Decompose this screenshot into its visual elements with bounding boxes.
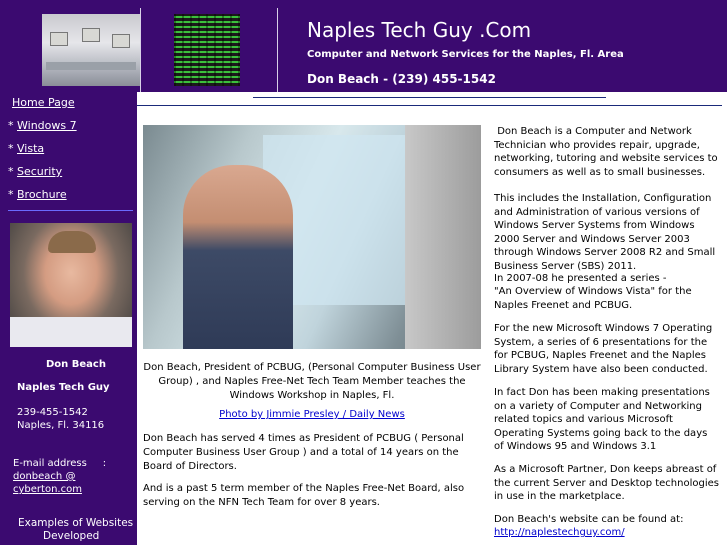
bio-paragraph: Don Beach has served 4 times as Presiden…: [143, 433, 464, 472]
nav-link-vista[interactable]: Vista: [17, 142, 44, 155]
website-paragraph: Don Beach's website can be found at:: [494, 514, 684, 525]
site-contact: Don Beach - (239) 455-1542: [307, 72, 496, 86]
website-link[interactable]: http://naplestechguy.com/: [494, 526, 720, 540]
site-subtitle: Computer and Network Services for the Na…: [307, 49, 624, 60]
windows7-paragraph: For the new Microsoft Windows 7 Operatin…: [494, 323, 713, 375]
nav-item-windows7[interactable]: * Windows 7: [8, 119, 137, 132]
nav-item-vista[interactable]: * Vista: [8, 142, 137, 155]
desk-graphic: [46, 62, 136, 70]
nav-item-brochure[interactable]: * Brochure: [8, 188, 137, 201]
nav-bullet: *: [8, 165, 14, 178]
photo-caption: Don Beach, President of PCBUG, (Personal…: [143, 362, 481, 401]
email-link-domain[interactable]: cyberton.com: [13, 484, 82, 495]
vista-series-line: In 2007-08 he presented a series -: [494, 273, 667, 284]
monitor-graphic: [112, 34, 130, 48]
nav-item-home[interactable]: Home Page: [12, 96, 141, 109]
bio-paragraph: And is a past 5 term member of the Naple…: [143, 483, 465, 508]
sidebar-email-label: E-mail address :: [13, 458, 107, 469]
nav-bullet: *: [8, 188, 14, 201]
partner-paragraph: As a Microsoft Partner, Don keeps abreas…: [494, 464, 719, 502]
monitor-edge: [405, 125, 481, 349]
nav-link-brochure[interactable]: Brochure: [17, 188, 67, 201]
header-divider: [277, 8, 278, 92]
nav-link-security[interactable]: Security: [17, 165, 62, 178]
avatar-hair: [48, 231, 96, 253]
sidebar-city: Naples, Fl. 34116: [17, 420, 105, 431]
monitor-graphic: [50, 32, 68, 46]
photo-credit-wrap: Photo by Jimmie Presley / Daily News: [143, 408, 481, 422]
site-title: Naples Tech Guy .Com: [307, 18, 532, 42]
sidebar-name: Don Beach: [46, 359, 106, 370]
photo-credit-link[interactable]: Photo by Jimmie Presley / Daily News: [219, 409, 405, 420]
site-header: Naples Tech Guy .Com Computer and Networ…: [0, 0, 727, 92]
avatar-shirt: [10, 317, 132, 347]
sidebar-phone: 239-455-1542: [17, 407, 88, 418]
sidebar: Home Page * Windows 7 * Vista * Security…: [0, 92, 137, 545]
nav-link-home[interactable]: Home Page: [12, 96, 75, 109]
sidebar-examples-heading-2: Developed: [43, 530, 100, 542]
nav-link-windows7[interactable]: Windows 7: [17, 119, 77, 132]
sidebar-business: Naples Tech Guy: [17, 382, 110, 393]
vista-series-text: "An Overview of Windows Vista" for the N…: [494, 286, 692, 311]
intro-paragraph: Don Beach is a Computer and Network Tech…: [494, 126, 721, 178]
workshop-photo: [143, 125, 481, 349]
nav-bullet: *: [8, 142, 14, 155]
monitor-graphic: [82, 28, 100, 42]
nav-divider: [8, 210, 133, 211]
office-computers-image: [42, 14, 140, 86]
network-cables-image: [174, 14, 240, 86]
header-divider: [140, 8, 141, 92]
sidebar-examples-heading: Examples of Websites: [18, 517, 134, 529]
services-paragraph: This includes the Installation, Configur…: [494, 193, 716, 272]
nav-item-security[interactable]: * Security: [8, 165, 137, 178]
nav-bullet: *: [8, 119, 14, 132]
content-rule: [137, 105, 722, 106]
presenter-figure: [183, 165, 293, 349]
email-link[interactable]: donbeach @: [13, 471, 75, 482]
header-rule: [253, 97, 606, 98]
presentations-paragraph: In fact Don has been making presentation…: [494, 387, 710, 452]
avatar: [10, 223, 132, 347]
